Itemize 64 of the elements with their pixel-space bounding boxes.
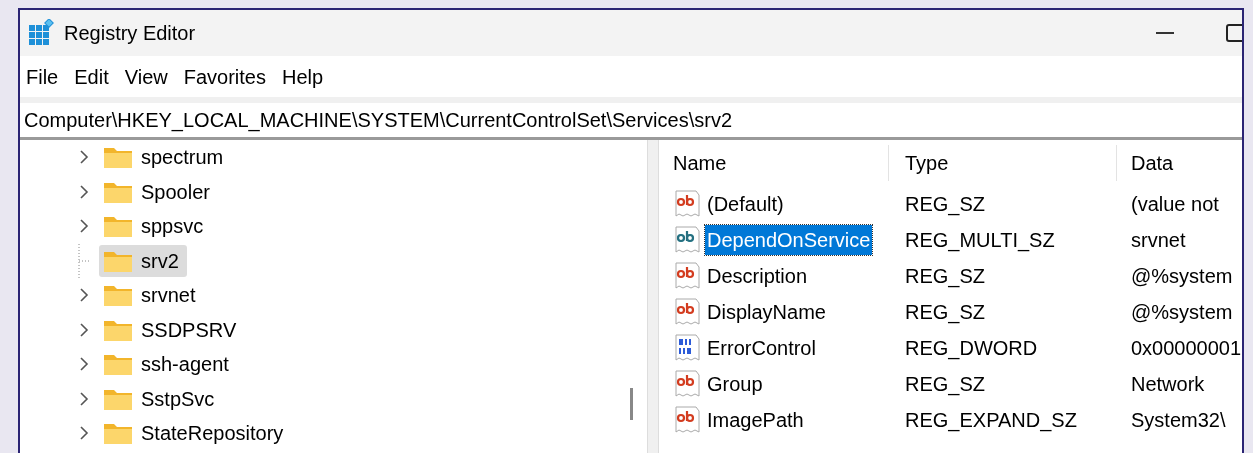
value-data: Network [1130, 372, 1206, 397]
value-type: REG_SZ [904, 300, 987, 326]
value-name[interactable]: DependOnService [705, 225, 873, 255]
column-header[interactable]: Type [889, 145, 1117, 181]
value-data: srvnet [1130, 228, 1187, 253]
value-type: REG_SZ [904, 192, 987, 218]
string-value-icon [673, 190, 701, 218]
chevron-icon[interactable] [77, 391, 91, 406]
chevron-icon[interactable] [77, 288, 91, 303]
folder-icon [103, 214, 133, 239]
chevron-icon[interactable] [77, 426, 91, 441]
value-data: 0x00000001 [1130, 336, 1242, 361]
tree-item[interactable]: StateRepository [99, 417, 292, 450]
menu-item[interactable]: Help [273, 61, 332, 92]
value-data: System32\ [1130, 408, 1227, 433]
registry-icon [28, 19, 56, 47]
value-type: REG_DWORD [904, 336, 1039, 362]
folder-icon [103, 421, 133, 446]
value-name[interactable]: ErrorControl [705, 333, 818, 363]
tree-item[interactable]: SSDPSRV [99, 313, 245, 346]
scrollbar-thumb[interactable] [630, 388, 633, 420]
value-type: REG_SZ [904, 372, 987, 398]
tree-item[interactable]: srvnet [99, 279, 204, 312]
string-value-icon [673, 298, 701, 326]
tree-item[interactable]: SstpSvc [99, 382, 223, 415]
column-header[interactable]: Name [659, 145, 889, 181]
binary-value-icon [673, 334, 701, 362]
chevron-icon[interactable] [77, 184, 91, 199]
window-title: Registry Editor [64, 21, 196, 46]
value-data: @%system [1130, 264, 1234, 289]
string-value-icon [673, 226, 701, 254]
chevron-icon[interactable] [77, 219, 91, 234]
value-type: REG_SZ [904, 264, 987, 290]
value-type: REG_EXPAND_SZ [904, 408, 1078, 434]
chevron-icon[interactable] [77, 322, 91, 337]
value-data: (value not [1130, 192, 1220, 217]
maximize-icon[interactable] [1226, 24, 1242, 42]
string-value-icon [673, 406, 701, 434]
value-name[interactable]: Description [705, 261, 810, 291]
folder-icon [103, 145, 133, 170]
folder-icon [103, 352, 133, 377]
column-header[interactable]: Data [1117, 148, 1242, 178]
tree-item[interactable]: spectrum [99, 141, 232, 174]
chevron-icon[interactable] [77, 357, 91, 372]
address-bar[interactable]: Computer\HKEY_LOCAL_MACHINE\SYSTEM\CurrentControlSet\Services\srv2 [20, 105, 732, 135]
folder-icon [103, 283, 133, 308]
menu-item[interactable]: Edit [66, 61, 117, 92]
tree-item[interactable]: srv2 [99, 244, 187, 277]
value-type: REG_MULTI_SZ [904, 228, 1056, 254]
value-data: @%system [1130, 300, 1234, 325]
value-name[interactable]: (Default) [705, 189, 786, 219]
minimize-icon[interactable] [1156, 31, 1174, 35]
tree-item[interactable]: ssh-agent [99, 348, 237, 381]
chevron-icon[interactable] [77, 150, 91, 165]
tree-item[interactable]: Spooler [99, 175, 218, 208]
value-name[interactable]: DisplayName [705, 297, 828, 327]
menu-item[interactable]: View [116, 61, 176, 92]
value-name[interactable]: ImagePath [705, 405, 806, 435]
menu-item[interactable]: File [20, 61, 67, 92]
menu-item[interactable]: Favorites [175, 61, 274, 92]
string-value-icon [673, 370, 701, 398]
value-name[interactable]: Group [705, 369, 765, 399]
tree-item[interactable]: sppsvc [99, 210, 212, 243]
string-value-icon [673, 262, 701, 290]
